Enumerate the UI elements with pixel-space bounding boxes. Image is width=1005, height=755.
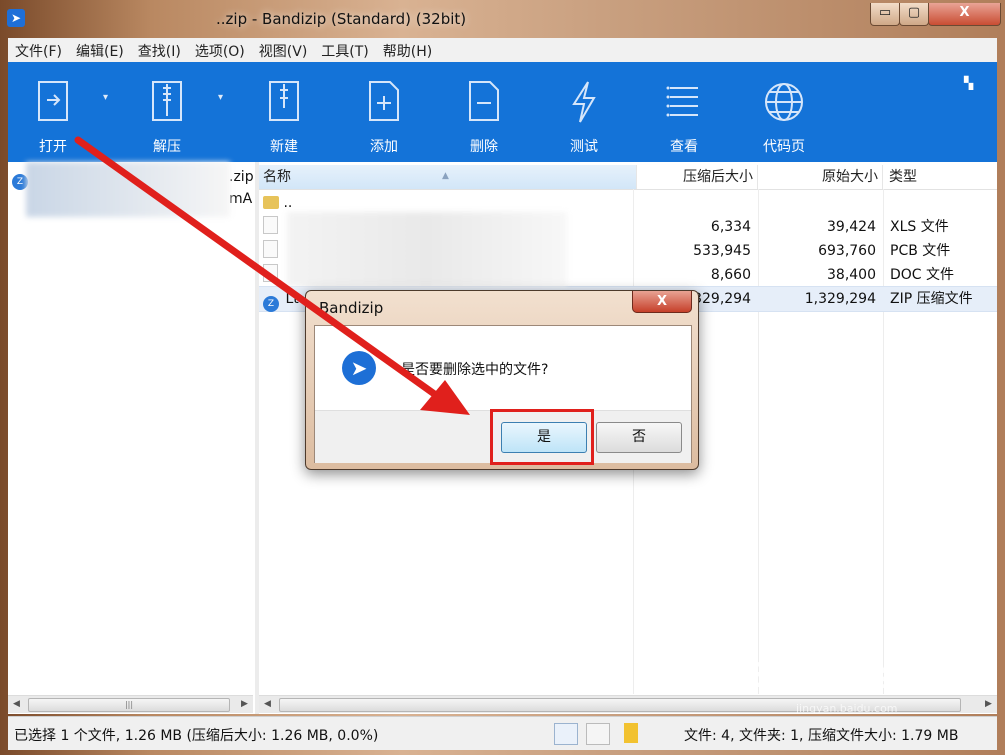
status-selection-text: 已选择 1 个文件, 1.26 MB (压缩后大小: 1.26 MB, 0.0%… — [14, 728, 379, 744]
details-view-icon[interactable] — [554, 723, 578, 745]
test-button[interactable]: 测试 — [544, 62, 624, 162]
codepage-label: 代码页 — [763, 139, 805, 155]
bandizip-logo-icon: ➤ — [342, 351, 376, 385]
scroll-right-arrow-icon[interactable]: ▶ — [236, 696, 253, 713]
add-file-icon — [369, 81, 399, 121]
original-size: 693,760 — [818, 243, 876, 259]
toolbar-layout-toggle-icon[interactable]: ▚ — [964, 76, 982, 94]
add-button[interactable]: 添加 — [344, 62, 424, 162]
menu-bar: 文件(F) 编辑(E) 查找(I) 选项(O) 视图(V) 工具(T) 帮助(H… — [8, 38, 997, 63]
file-icon — [263, 216, 278, 234]
tree-child-label: mA — [229, 191, 253, 207]
codepage-button[interactable]: 代码页 — [744, 62, 824, 162]
lightning-icon — [572, 81, 596, 123]
menu-find[interactable]: 查找(I) — [131, 38, 188, 62]
window-title: ..zip - Bandizip (Standard) (32bit) — [216, 10, 467, 28]
file-name: .. — [283, 195, 293, 211]
extract-icon — [152, 81, 182, 121]
delete-label: 删除 — [470, 139, 498, 155]
menu-options[interactable]: 选项(O) — [188, 38, 252, 62]
file-type: ZIP 压缩文件 — [890, 291, 973, 307]
compressed-size: 533,945 — [693, 243, 751, 259]
extract-label: 解压 — [153, 139, 181, 155]
dialog-title: Bandizip — [319, 299, 384, 317]
new-button[interactable]: 新建 — [244, 62, 324, 162]
open-dropdown-chevron-icon[interactable]: ▾ — [103, 92, 108, 103]
column-name-label: 名称 — [263, 169, 291, 185]
yes-highlight-box — [490, 409, 594, 465]
new-label: 新建 — [270, 139, 298, 155]
minimize-button[interactable]: ▭ — [870, 3, 900, 26]
menu-tools[interactable]: 工具(T) — [314, 38, 375, 62]
column-header-type[interactable]: 类型 — [883, 165, 999, 189]
view-label: 查看 — [670, 139, 698, 155]
original-size: 38,400 — [827, 267, 876, 283]
baidu-watermark-url: jingyan.baidu.com — [796, 702, 898, 715]
column-header-name[interactable]: 名称 ▲ — [259, 165, 637, 189]
open-label: 打开 — [39, 139, 67, 155]
list-view-icon — [666, 86, 698, 117]
maximize-button[interactable]: ▢ — [899, 3, 929, 26]
open-button[interactable]: 打开 — [13, 62, 93, 162]
preview-view-icon[interactable] — [586, 723, 610, 745]
dialog-close-button[interactable]: X — [632, 291, 692, 313]
extract-button[interactable]: 解压 — [127, 62, 207, 162]
menu-help[interactable]: 帮助(H) — [376, 38, 439, 62]
globe-icon — [765, 83, 803, 121]
new-archive-icon — [269, 81, 299, 121]
menu-edit[interactable]: 编辑(E) — [69, 38, 131, 62]
bandizip-app-icon[interactable]: ➤ — [7, 9, 25, 27]
folder-icon — [263, 196, 279, 209]
compressed-size: 6,334 — [710, 219, 751, 235]
no-button[interactable]: 否 — [596, 422, 682, 453]
test-label: 测试 — [570, 139, 598, 155]
zip-archive-icon: Z — [263, 296, 279, 312]
delete-button[interactable]: 删除 — [444, 62, 524, 162]
open-icon — [38, 81, 68, 121]
dialog-message: 是否要删除选中的文件? — [401, 362, 549, 378]
add-label: 添加 — [370, 139, 398, 155]
redacted-tree-name — [26, 162, 230, 217]
delete-file-icon — [469, 81, 499, 121]
title-bar: ➤ ..zip - Bandizip (Standard) (32bit) ▭ … — [0, 0, 1005, 38]
left-horizontal-scrollbar[interactable]: ◀ ||| ▶ — [8, 695, 253, 713]
file-type: PCB 文件 — [890, 243, 951, 259]
original-size: 1,329,294 — [804, 291, 876, 307]
original-size: 39,424 — [827, 219, 876, 235]
column-header-original[interactable]: 原始大小 — [758, 165, 883, 189]
file-icon — [263, 240, 278, 258]
file-type: DOC 文件 — [890, 267, 955, 283]
bandizip-window: ➤ ..zip - Bandizip (Standard) (32bit) ▭ … — [0, 0, 1005, 755]
menu-view[interactable]: 视图(V) — [252, 38, 315, 62]
left-scroll-thumb[interactable]: ||| — [28, 698, 230, 712]
folder-tree-pane[interactable]: Z .zip mA ◀ ||| ▶ — [8, 162, 256, 714]
tree-root-label: .zip — [229, 169, 254, 185]
file-name: Lt — [285, 291, 299, 307]
file-list-header: 名称 ▲ 压缩后大小 原始大小 类型 — [259, 165, 997, 190]
scroll-left-arrow-icon[interactable]: ◀ — [259, 696, 276, 713]
sort-ascending-icon: ▲ — [442, 171, 449, 181]
column-header-compressed[interactable]: 压缩后大小 — [633, 165, 758, 189]
toolbar: 打开 ▾ 解压 ▾ 新建 添加 删除 测试 查看 代码页 ▚ — [8, 62, 997, 162]
status-summary-text: 文件: 4, 文件夹: 1, 压缩文件大小: 1.79 MB — [684, 728, 959, 744]
archive-info-icon[interactable] — [624, 723, 638, 743]
compressed-size: 8,660 — [710, 267, 751, 283]
menu-file[interactable]: 文件(F) — [8, 38, 69, 62]
file-icon — [263, 264, 278, 282]
view-button[interactable]: 查看 — [644, 62, 724, 162]
scroll-left-arrow-icon[interactable]: ◀ — [8, 696, 25, 713]
status-bar: 已选择 1 个文件, 1.26 MB (压缩后大小: 1.26 MB, 0.0%… — [8, 716, 997, 750]
extract-dropdown-chevron-icon[interactable]: ▾ — [218, 92, 223, 103]
file-type: XLS 文件 — [890, 219, 949, 235]
redacted-file-names — [287, 212, 567, 286]
window-close-button[interactable]: X — [928, 3, 1001, 26]
